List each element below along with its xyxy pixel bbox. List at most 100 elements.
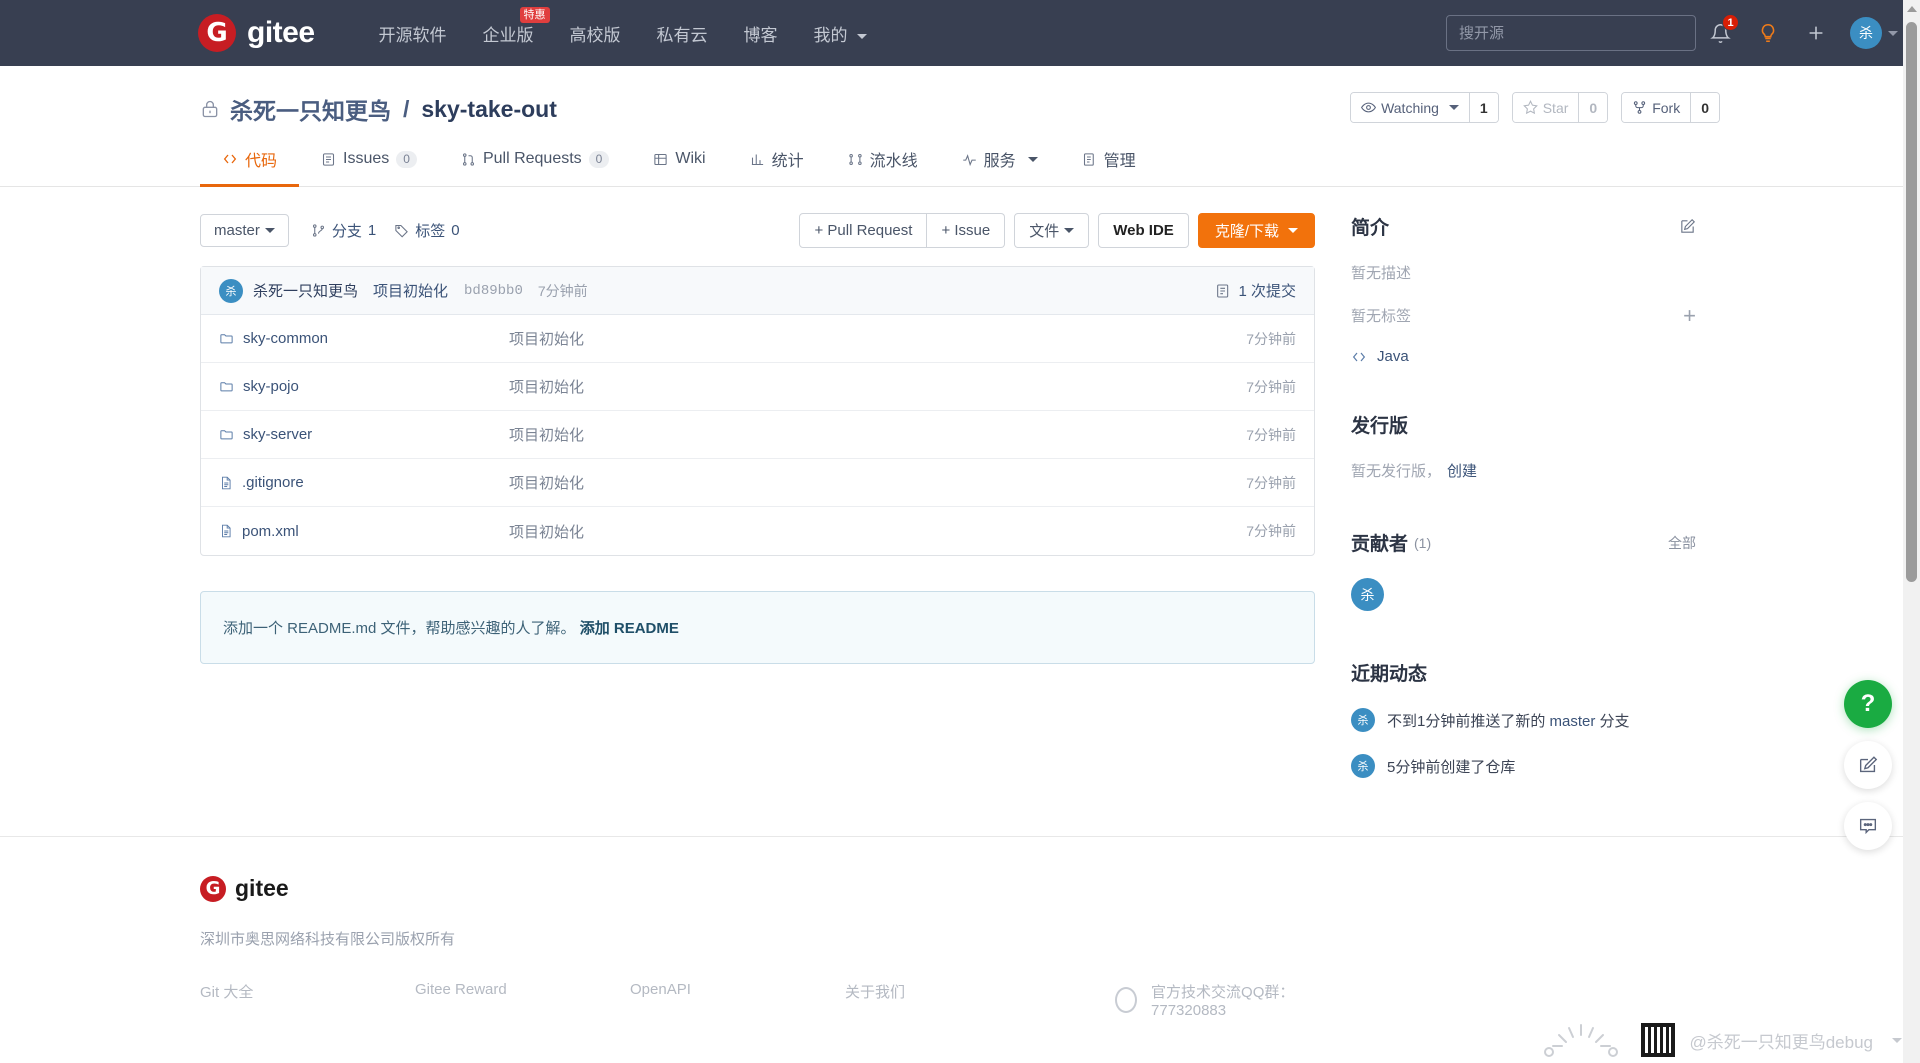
notification-count-badge: 1 [1722,14,1739,31]
repository-title-row: 杀死一只知更鸟 / sky-take-out Watching 1 Star 0… [0,92,1920,126]
contributors-all-link[interactable]: 全部 [1668,533,1696,553]
activity-branch-link[interactable]: master [1550,713,1596,730]
fork-button[interactable]: Fork [1622,93,1691,122]
scrollbar-up-button[interactable] [1903,0,1920,17]
sidebar-release-heading: 发行版 [1351,411,1696,438]
branch-selector[interactable]: master [200,214,289,247]
file-commit-message: 项目初始化 [509,475,585,492]
files-dropdown-label: 文件 [1029,223,1060,240]
tags-label: 标签 [415,223,446,240]
file-link[interactable]: .gitignore [219,474,509,491]
file-link[interactable]: sky-server [219,426,509,443]
file-commit-time: 7分钟前 [1246,330,1296,347]
create-new-button[interactable] [1792,9,1840,57]
feedback-fab[interactable] [1844,741,1892,789]
pull-request-icon [462,152,474,166]
tags-link[interactable]: 标签 0 [394,220,460,241]
table-row[interactable]: sky-common 项目初始化 7分钟前 [201,315,1314,363]
table-row[interactable]: sky-pojo 项目初始化 7分钟前 [201,363,1314,411]
search-input[interactable] [1446,15,1696,51]
folder-icon [220,382,233,392]
sidebar-activity-heading: 近期动态 [1351,659,1696,686]
scrollbar-thumb[interactable] [1906,22,1917,582]
add-tag-button[interactable]: + [1683,304,1696,326]
files-dropdown-button[interactable]: 文件 [1014,213,1090,248]
nav-link-label: 高校版 [569,25,621,45]
tab-wiki[interactable]: Wiki [631,147,727,187]
footer-link-gitee-reward[interactable]: Gitee Reward [415,981,630,1019]
watch-count[interactable]: 1 [1468,93,1498,122]
tab-label: Pull Requests [482,150,582,167]
edit-intro-button[interactable] [1679,218,1696,235]
fork-count[interactable]: 0 [1690,93,1719,122]
nav-link-privatecloud[interactable]: 私有云 [639,21,726,46]
watch-button[interactable]: Watching [1351,93,1469,122]
footer-copyright: 深圳市奥思网络科技有限公司版权所有 [200,931,456,948]
clone-download-button[interactable]: 克隆/下载 [1197,213,1315,248]
file-commit-time: 7分钟前 [1246,474,1296,491]
user-menu[interactable]: 杀 [1850,17,1898,49]
chat-fab[interactable] [1844,802,1892,850]
star-count[interactable]: 0 [1578,93,1608,122]
file-commit-time: 7分钟前 [1246,378,1296,395]
footer-link-openapi[interactable]: OpenAPI [630,981,845,1019]
notifications-button[interactable]: 1 [1696,9,1744,57]
help-fab[interactable]: ? [1844,680,1892,728]
file-name-label: .gitignore [242,474,304,491]
file-name-label: pom.xml [242,522,299,540]
nav-link-enterprise[interactable]: 企业版 特惠 [465,6,552,46]
commit-count-label: 1 次提交 [1238,283,1296,300]
commit-message[interactable]: 项目初始化 [373,280,448,301]
repo-name-link[interactable]: sky-take-out [421,96,556,123]
new-issue-button[interactable]: + Issue [927,213,1006,248]
file-link[interactable]: sky-common [219,330,509,347]
sidebar-release-title: 发行版 [1351,416,1409,437]
sidebar-release-section: 发行版 暂无发行版， 创建 [1351,411,1696,481]
gitee-logo[interactable]: G gitee [198,14,315,52]
tab-pipeline[interactable]: 流水线 [826,147,940,187]
tab-code[interactable]: 代码 [200,147,300,187]
page-scrollbar[interactable] [1903,0,1920,1063]
tab-stats[interactable]: 统计 [728,147,826,187]
footer-logo[interactable]: G gitee [200,875,1720,902]
commit-count-link[interactable]: 1 次提交 [1215,280,1296,301]
create-release-link[interactable]: 创建 [1447,460,1477,481]
table-row[interactable]: sky-server 项目初始化 7分钟前 [201,411,1314,459]
history-icon [1217,283,1229,298]
avatar[interactable]: 杀 [1351,578,1384,611]
tab-label: Wiki [675,150,706,167]
chevron-down-icon [1064,228,1075,233]
wiki-icon [654,153,668,165]
add-readme-link[interactable]: 添加 README [580,620,679,637]
folder-icon [220,334,233,344]
web-ide-button[interactable]: Web IDE [1098,213,1189,248]
nav-link-opensource[interactable]: 开源软件 [361,21,465,46]
commit-author[interactable]: 杀死一只知更鸟 [253,280,358,301]
repo-owner-link[interactable]: 杀死一只知更鸟 [230,92,391,126]
star-button[interactable]: Star [1512,93,1579,122]
ideas-button[interactable] [1744,9,1792,57]
code-icon [1352,352,1366,361]
tab-pull-requests[interactable]: Pull Requests 0 [439,147,631,187]
footer-link-git-guide[interactable]: Git 大全 [200,981,415,1019]
file-link[interactable]: sky-pojo [219,378,509,395]
table-row[interactable]: pom.xml 项目初始化 7分钟前 [201,507,1314,555]
main-content: master 分支 1 标签 0 + Pull Request + Issue … [0,213,1920,778]
tab-manage[interactable]: 管理 [1060,147,1158,187]
branches-link[interactable]: 分支 1 [311,220,376,241]
footer-link-about-us[interactable]: 关于我们 [845,981,1060,1019]
repo-language[interactable]: Java [1351,348,1696,365]
nav-link-education[interactable]: 高校版 [552,21,639,46]
tab-service[interactable]: 服务 [940,147,1060,187]
nav-link-mine[interactable]: 我的 [796,21,886,46]
branch-selector-label: master [214,222,260,239]
nav-link-label: 企业版 [482,25,534,45]
activity-text: 不到1分钟前推送了新的 master 分支 [1387,710,1630,731]
repository-content-column: master 分支 1 标签 0 + Pull Request + Issue … [200,213,1315,778]
new-pull-request-button[interactable]: + Pull Request [799,213,928,248]
tab-issues[interactable]: Issues 0 [299,147,439,187]
commit-sha[interactable]: bd89bb0 [464,283,523,299]
table-row[interactable]: .gitignore 项目初始化 7分钟前 [201,459,1314,507]
file-link[interactable]: pom.xml [219,523,509,540]
nav-link-blog[interactable]: 博客 [726,21,796,46]
